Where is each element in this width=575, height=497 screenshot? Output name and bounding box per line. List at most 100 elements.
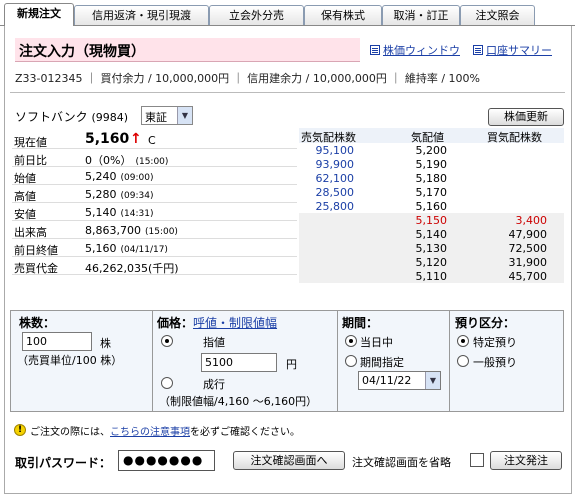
price-cell: 5,160 — [415, 200, 448, 213]
tab-holdings[interactable]: 保有株式 — [304, 5, 382, 25]
custody-specific-radio[interactable] — [457, 335, 469, 347]
high-value: 5,280 — [85, 188, 117, 201]
price-cell: 5,130 — [415, 242, 448, 255]
submit-order-button[interactable]: 注文発注 — [490, 451, 562, 470]
quote-value: 0（0%） (15:00) — [85, 152, 168, 168]
quote-row-low: 安値 5,140 (14:31) — [12, 203, 297, 221]
current-price: 5,160 — [85, 131, 130, 147]
stock-name: ソフトバンク — [15, 110, 88, 124]
order-book-row: 25,800 5,160 — [299, 199, 564, 213]
limit-price-input[interactable]: 5100 — [201, 353, 277, 372]
period-title: 期間： — [342, 316, 379, 330]
price-cell: 5,190 — [415, 158, 448, 171]
order-book-row: 5,130 72,500 — [299, 241, 564, 255]
divider — [152, 311, 153, 411]
custody-title: 預り区分： — [455, 316, 516, 330]
order-tabs: 新規注文 信用返済・現引現渡 立会外分売 保有株式 取消・訂正 注文照会 — [0, 0, 575, 28]
sell-qty-cell: 95,100 — [315, 144, 355, 157]
price-cell: 5,150 — [415, 214, 448, 227]
buy-qty-cell: 31,900 — [508, 256, 548, 269]
order-book-rows: 95,100 5,200 93,900 5,190 62,100 5,180 28,500 5… — [299, 143, 564, 283]
window-icon — [370, 45, 380, 55]
skip-confirm-checkbox[interactable] — [470, 453, 484, 467]
divider — [10, 92, 565, 93]
period-specified-label: 期間指定 — [360, 356, 404, 369]
chevron-down-icon: ▼ — [425, 372, 440, 389]
refresh-price-button[interactable]: 株価更新 — [488, 108, 564, 126]
quote-value: 5,240 (09:00) — [85, 170, 153, 183]
sell-qty-cell: 93,900 — [315, 158, 355, 171]
custody-general-label: 一般預り — [473, 356, 517, 369]
notice-link[interactable]: こちらの注意事項 — [110, 427, 190, 438]
tab-cancel-modify[interactable]: 取消・訂正 — [382, 5, 460, 25]
limit-label: 指値 — [203, 336, 225, 349]
password-input[interactable]: ●●●●●●● — [118, 450, 215, 471]
password-label: 取引パスワード： — [15, 456, 112, 470]
quote-label: 安値 — [14, 208, 36, 221]
period-date-value: 04/11/22 — [362, 374, 412, 387]
page-title: 注文入力（現物買） — [15, 38, 360, 62]
quote-table: 現在値 5,160 ↑ C 前日比 0（0%） (15:00) 始値 5,240(… — [12, 131, 297, 275]
quote-time: (15:00) — [144, 227, 178, 237]
notice-text: ご注文の際には、こちらの注意事項を必ずご確認ください。 — [30, 423, 300, 438]
buy-qty-cell: 45,700 — [508, 270, 548, 283]
quote-row-current: 現在値 5,160 ↑ C — [12, 131, 297, 149]
quantity-input[interactable]: 100 — [22, 332, 92, 351]
quote-row-turnover: 売買代金 46,262,035(千円) — [12, 257, 297, 275]
quote-time: (09:00) — [120, 173, 154, 183]
price-cell: 5,170 — [415, 186, 448, 199]
tab-margin-settlement[interactable]: 信用返済・現引現渡 — [74, 5, 209, 25]
quote-row-volume: 出来高 8,863,700 (15:00) — [12, 221, 297, 239]
limit-order-radio[interactable] — [161, 335, 173, 347]
quote-label: 売買代金 — [14, 262, 58, 275]
market-label: 成行 — [203, 378, 225, 391]
quote-time: (14:31) — [120, 209, 154, 219]
price-cell: 5,140 — [415, 228, 448, 241]
account-summary-label: 口座サマリー — [486, 44, 552, 57]
qty-note: （売買単位/100 株） — [17, 354, 123, 367]
buy-qty-cell: 47,900 — [508, 228, 548, 241]
quote-label: 出来高 — [14, 226, 47, 239]
tab-order-inquiry[interactable]: 注文照会 — [460, 5, 535, 25]
period-today-radio[interactable] — [345, 335, 357, 347]
order-book-row: 28,500 5,170 — [299, 185, 564, 199]
price-limit-link[interactable]: 呼値・制限値幅 — [193, 316, 277, 330]
period-today-label: 当日中 — [360, 336, 393, 349]
change-value: 0（0%） — [85, 154, 132, 167]
sell-qty-cell: 25,800 — [315, 200, 355, 213]
quote-value: 5,160 (04/11/17) — [85, 242, 168, 255]
yen-unit: 円 — [286, 358, 297, 371]
price-cell: 5,180 — [415, 172, 448, 185]
chart-window-link[interactable]: 株価ウィンドウ — [370, 42, 460, 58]
buy-qty-cell: 72,500 — [508, 242, 548, 255]
quote-label: 前日比 — [14, 154, 47, 167]
account-summary-link[interactable]: 口座サマリー — [473, 42, 552, 58]
order-book-row: 93,900 5,190 — [299, 157, 564, 171]
turnover-value: 46,262,035(千円) — [85, 262, 179, 275]
market-order-radio[interactable] — [161, 377, 173, 389]
quote-row-high: 高値 5,280 (09:34) — [12, 185, 297, 203]
quote-value: 5,140 (14:31) — [85, 206, 153, 219]
quote-time: (15:00) — [135, 157, 169, 167]
sell-qty-cell: 62,100 — [315, 172, 355, 185]
order-form: 株数： 100 株 （売買単位/100 株） 価格：呼値・制限値幅 指値 510… — [10, 310, 564, 412]
sell-qty-cell: 28,500 — [315, 186, 355, 199]
period-specified-radio[interactable] — [345, 355, 357, 367]
qty-unit: 株 — [100, 337, 111, 350]
market-select[interactable]: 東証 ▼ — [141, 106, 193, 125]
period-date-select[interactable]: 04/11/22 ▼ — [358, 371, 441, 390]
volume-value: 8,863,700 — [85, 224, 141, 237]
order-book-row: 5,150 3,400 — [299, 213, 564, 227]
quote-row-prev-close: 前日終値 5,160 (04/11/17) — [12, 239, 297, 257]
market-value: 東証 — [145, 111, 167, 124]
price-title-label: 価格： — [157, 316, 194, 330]
order-book-row: 5,120 31,900 — [299, 255, 564, 269]
tab-off-floor-sale[interactable]: 立会外分売 — [209, 5, 304, 25]
price-range-note: （制限値幅/4,160 ～6,160円） — [159, 395, 318, 408]
skip-confirm-label: 注文確認画面を省略 — [352, 456, 451, 469]
confirm-screen-button[interactable]: 注文確認画面へ — [233, 451, 345, 470]
account-summary-line: Z33-012345 ｜ 買付余力 / 10,000,000円 ｜ 信用建余力 … — [15, 72, 480, 85]
stock-code: (9984) — [91, 111, 129, 124]
tab-new-order[interactable]: 新規注文 — [4, 3, 74, 26]
custody-general-radio[interactable] — [457, 355, 469, 367]
